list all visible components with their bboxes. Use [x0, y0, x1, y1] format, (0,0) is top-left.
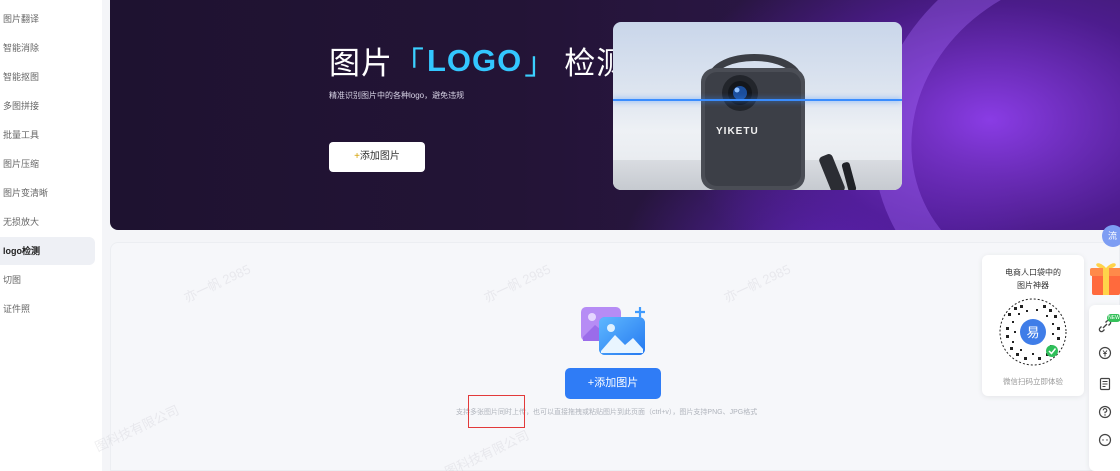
projector-illustration — [701, 54, 857, 190]
sidebar: 图片翻译 智能消除 智能抠图 多图拼接 批量工具 图片压缩 图片变清晰 无损放大… — [0, 0, 102, 471]
new-badge: NEW — [1107, 314, 1120, 322]
sidebar-item-image-compress[interactable]: 图片压缩 — [0, 150, 95, 178]
sidebar-item-image-stitch[interactable]: 多图拼接 — [0, 92, 95, 120]
watermark-text: 亦一帆 2985 — [721, 261, 793, 306]
watermark-text: 亦一帆 2985 — [481, 261, 553, 306]
title-part-1: 图片 — [329, 46, 393, 81]
title-bracket-open: 「 — [393, 46, 425, 81]
yuan-coin-icon[interactable] — [1098, 346, 1112, 360]
highlight-box — [468, 395, 525, 428]
watermark-text: 图科技有限公司 — [442, 427, 532, 471]
help-icon[interactable] — [1098, 405, 1112, 419]
sidebar-item-slice[interactable]: 切图 — [0, 266, 95, 294]
sidebar-item-image-translate[interactable]: 图片翻译 — [0, 5, 95, 33]
title-logo-word: LOGO — [427, 42, 523, 78]
product-brand-label: YIKETU — [716, 126, 759, 137]
qr-title-line-2: 图片神器 — [1017, 281, 1049, 290]
qr-caption: 微信扫码立即体验 — [1003, 377, 1063, 386]
image-upload-icon — [581, 307, 645, 355]
add-image-button[interactable]: +添加图片 — [565, 368, 661, 399]
chat-icon[interactable] — [1098, 433, 1112, 447]
qr-promo-card: 电商人口袋中的 图片神器 易 微信扫码立即体验 — [982, 255, 1084, 396]
page-subtitle: 精准识别图片中的各种logo，避免违规 — [329, 91, 465, 100]
sample-product-image: YIKETU — [613, 22, 902, 190]
sidebar-item-logo-detect[interactable]: logo检测 — [0, 237, 95, 265]
app-root: 图片翻译 智能消除 智能抠图 多图拼接 批量工具 图片压缩 图片变清晰 无损放大… — [0, 0, 1120, 471]
sidebar-item-smart-cutout[interactable]: 智能抠图 — [0, 63, 95, 91]
sidebar-item-batch-tools[interactable]: 批量工具 — [0, 121, 95, 149]
sidebar-item-id-photo[interactable]: 证件照 — [0, 295, 95, 323]
scan-line — [613, 99, 902, 101]
floating-side-tab[interactable]: 流 — [1102, 225, 1120, 247]
sidebar-item-smart-erase[interactable]: 智能消除 — [0, 34, 95, 62]
hero-banner: 图片 「 LOGO 」 检测 精准识别图片中的各种logo，避免违规 +添加图片 — [110, 0, 1120, 230]
sidebar-item-lossless-upscale[interactable]: 无损放大 — [0, 208, 95, 236]
gift-icon[interactable] — [1088, 257, 1120, 297]
qr-title: 电商人口袋中的 图片神器 — [982, 266, 1084, 292]
qr-logo-char: 易 — [1026, 326, 1039, 341]
sidebar-item-image-sharpen[interactable]: 图片变清晰 — [0, 179, 95, 207]
banner-add-image-button[interactable]: +添加图片 — [329, 142, 425, 172]
qr-code: 易 — [999, 298, 1067, 366]
page-title: 图片 「 LOGO 」 检测 — [329, 38, 628, 83]
document-icon[interactable] — [1098, 377, 1112, 391]
watermark-text: 亦一帆 2985 — [181, 261, 253, 306]
title-bracket-close: 」 — [524, 46, 557, 81]
watermark-text: 图科技有限公司 — [92, 402, 182, 455]
upload-panel[interactable]: 亦一帆 2985 亦一帆 2985 亦一帆 2985 图科技有限公司 图科技有限… — [93, 242, 1120, 471]
qr-title-line-1: 电商人口袋中的 — [1005, 268, 1061, 277]
right-toolbar — [1089, 305, 1120, 471]
banner-add-image-label: 添加图片 — [359, 151, 400, 162]
